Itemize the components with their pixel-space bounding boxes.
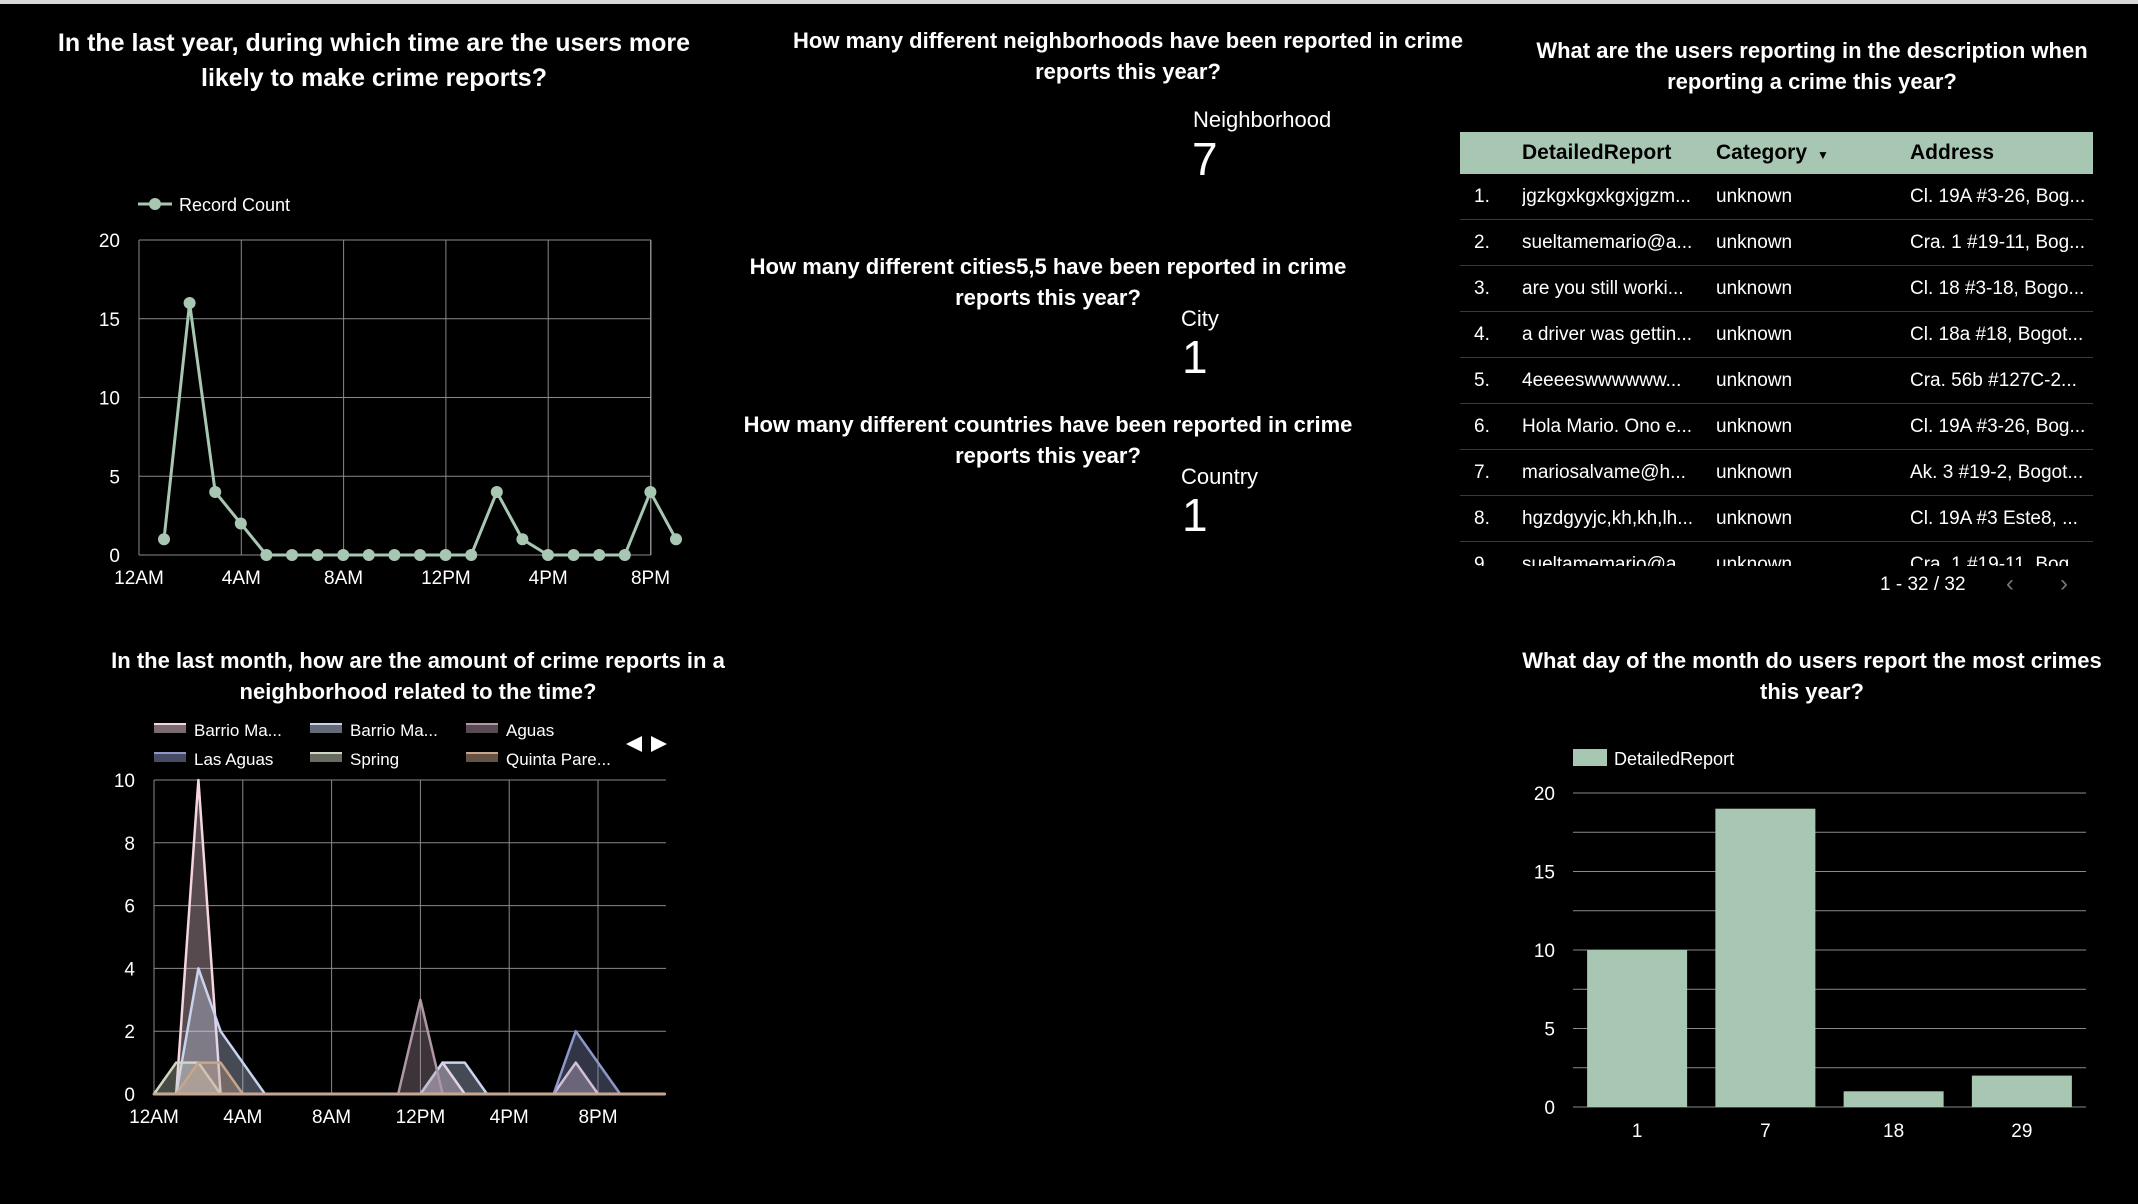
y-tick-label: 20 xyxy=(1534,784,1555,805)
data-point xyxy=(158,533,170,546)
x-tick-label: 12AM xyxy=(114,568,164,589)
x-tick-label: 8PM xyxy=(578,1107,617,1128)
data-point xyxy=(542,549,554,561)
x-tick-label: 4PM xyxy=(529,568,568,589)
data-point xyxy=(465,549,478,561)
data-point xyxy=(567,549,580,561)
legend-label: Aguas xyxy=(506,721,554,740)
data-point xyxy=(593,549,606,561)
legend-label: Quinta Pare... xyxy=(506,750,611,769)
bar xyxy=(1843,1091,1944,1107)
x-tick-label: 1 xyxy=(1632,1121,1643,1142)
y-tick-label: 10 xyxy=(1534,941,1555,962)
x-tick-label: 8AM xyxy=(312,1107,351,1128)
x-tick-label: 4AM xyxy=(223,1107,262,1128)
data-point xyxy=(490,486,503,498)
y-tick-label: 20 xyxy=(99,231,120,252)
legend-swatch xyxy=(154,753,186,762)
legend-label: Las Aguas xyxy=(194,750,273,769)
data-point xyxy=(337,549,350,561)
y-tick-label: 4 xyxy=(124,959,135,980)
y-tick-label: 0 xyxy=(1544,1098,1555,1119)
legend-swatch xyxy=(466,724,498,733)
legend-swatch xyxy=(154,724,186,733)
bar xyxy=(1587,950,1688,1107)
data-point xyxy=(516,533,529,546)
bar xyxy=(1971,1075,2072,1107)
x-tick-label: 8AM xyxy=(324,568,363,589)
legend-label: Spring xyxy=(350,750,399,769)
y-tick-label: 15 xyxy=(99,310,120,331)
x-tick-label: 18 xyxy=(1883,1121,1904,1142)
y-tick-label: 6 xyxy=(124,897,135,918)
x-tick-label: 12PM xyxy=(421,568,471,589)
data-point xyxy=(311,549,324,561)
data-point xyxy=(670,533,682,546)
legend-label: Barrio Ma... xyxy=(194,721,282,740)
y-tick-label: 10 xyxy=(114,771,135,792)
data-point xyxy=(439,549,452,561)
y-tick-label: 0 xyxy=(109,546,120,567)
y-tick-label: 0 xyxy=(124,1085,135,1106)
x-tick-label: 4AM xyxy=(222,568,261,589)
legend-swatch xyxy=(466,753,498,762)
bar xyxy=(1715,808,1816,1107)
x-tick-label: 7 xyxy=(1760,1121,1771,1142)
data-point xyxy=(183,297,196,309)
x-tick-label: 8PM xyxy=(631,568,670,589)
y-tick-label: 5 xyxy=(109,467,120,488)
legend-label: DetailedReport xyxy=(1614,749,1734,769)
data-point xyxy=(388,549,401,561)
y-tick-label: 10 xyxy=(99,389,120,410)
y-tick-label: 8 xyxy=(124,834,135,855)
data-point xyxy=(234,517,247,530)
y-tick-label: 5 xyxy=(1544,1020,1555,1041)
legend-marker xyxy=(149,198,161,210)
legend-label: Record Count xyxy=(179,195,290,215)
x-tick-label: 12AM xyxy=(129,1107,179,1128)
data-point xyxy=(362,549,375,561)
triangle-left-icon xyxy=(626,736,642,752)
legend-swatch xyxy=(1573,749,1607,766)
x-tick-label: 29 xyxy=(2011,1121,2032,1142)
legend-swatch xyxy=(310,724,342,733)
y-tick-label: 15 xyxy=(1534,863,1555,884)
x-tick-label: 4PM xyxy=(490,1107,529,1128)
data-point xyxy=(644,486,657,498)
data-point xyxy=(286,549,298,561)
data-point xyxy=(260,549,273,561)
data-point xyxy=(618,549,631,561)
data-point xyxy=(414,549,426,561)
legend-swatch xyxy=(310,753,342,762)
y-tick-label: 2 xyxy=(124,1022,135,1043)
data-point xyxy=(209,486,222,498)
x-tick-label: 12PM xyxy=(396,1107,446,1128)
triangle-right-icon xyxy=(651,736,667,752)
charts-layer: 12AM 4AM 8AM 12PM 4PM 8PM05101520Record Count… xyxy=(99,195,2086,1142)
legend-label: Barrio Ma... xyxy=(350,721,438,740)
